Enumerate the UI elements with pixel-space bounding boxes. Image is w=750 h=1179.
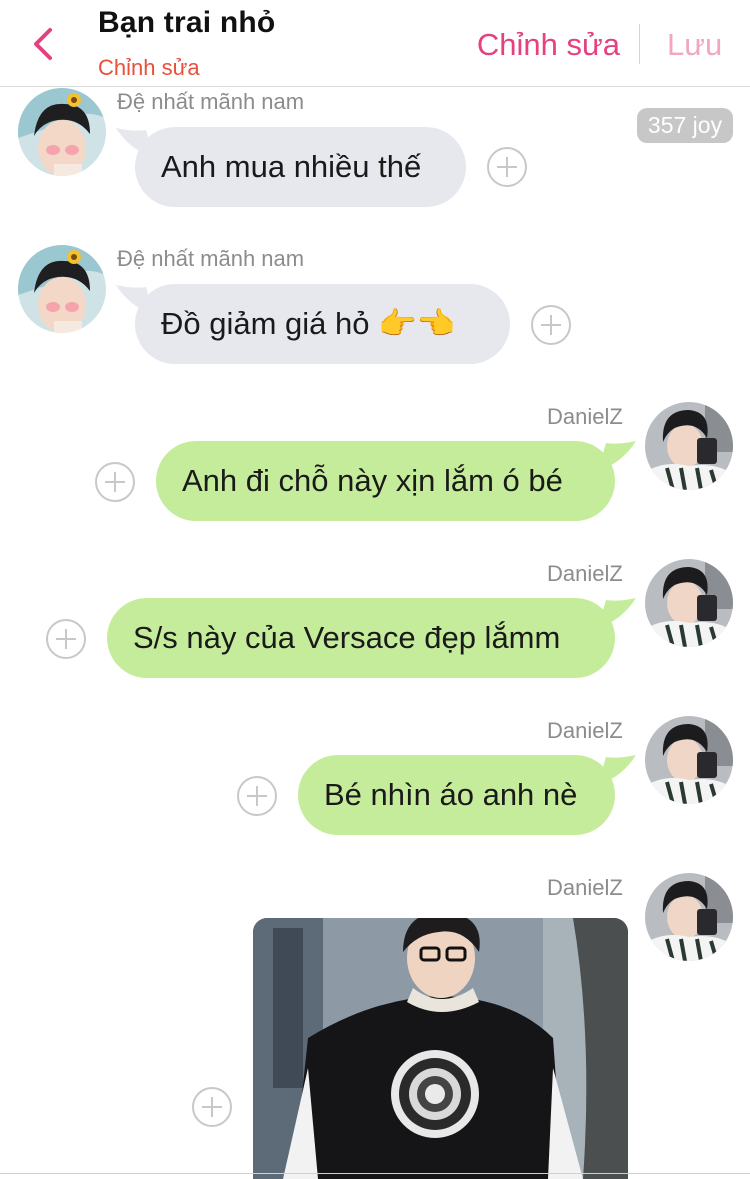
message-bubble-outgoing[interactable]: Bé nhìn áo anh nè	[298, 755, 615, 835]
sender-name: DanielZ	[547, 561, 623, 586]
avatar-incoming[interactable]	[18, 245, 106, 333]
add-reaction-icon[interactable]	[95, 462, 135, 502]
sender-name: Đệ nhất mãnh nam	[117, 246, 305, 271]
header-divider	[639, 24, 640, 64]
sender-name: DanielZ	[547, 404, 623, 429]
message-photo[interactable]	[253, 918, 628, 1179]
avatar-outgoing[interactable]	[645, 559, 733, 647]
avatar-outgoing[interactable]	[645, 402, 733, 490]
sender-name: Đệ nhất mãnh nam	[117, 89, 305, 114]
sender-name: DanielZ	[547, 718, 623, 743]
add-reaction-icon[interactable]	[531, 305, 571, 345]
bottom-divider	[0, 1173, 750, 1174]
save-button[interactable]: Lưu	[667, 27, 722, 63]
message-bubble-incoming[interactable]: Đồ giảm giá hỏ 👉👈	[135, 284, 510, 364]
add-reaction-icon[interactable]	[192, 1087, 232, 1127]
message-bubble-outgoing[interactable]: Anh đi chỗ này xịn lắm ó bé	[156, 441, 615, 521]
chat-header: Bạn trai nhỏ Chỉnh sửa Chỉnh sửa Lưu	[0, 0, 750, 87]
avatar-incoming[interactable]	[18, 88, 106, 176]
chat-title: Bạn trai nhỏ	[98, 6, 276, 39]
back-chevron-icon[interactable]	[26, 22, 62, 66]
chat-subtitle[interactable]: Chỉnh sửa	[98, 55, 200, 81]
add-reaction-icon[interactable]	[237, 776, 277, 816]
message-bubble-incoming[interactable]: Anh mua nhiều thế	[135, 127, 466, 207]
add-reaction-icon[interactable]	[46, 619, 86, 659]
add-reaction-icon[interactable]	[487, 147, 527, 187]
edit-button[interactable]: Chỉnh sửa	[477, 27, 620, 63]
sender-name: DanielZ	[547, 875, 623, 900]
avatar-outgoing[interactable]	[645, 716, 733, 804]
joy-counter-badge: 357 joy	[637, 108, 733, 143]
avatar-outgoing[interactable]	[645, 873, 733, 961]
message-bubble-outgoing[interactable]: S/s này của Versace đẹp lắmm	[107, 598, 615, 678]
